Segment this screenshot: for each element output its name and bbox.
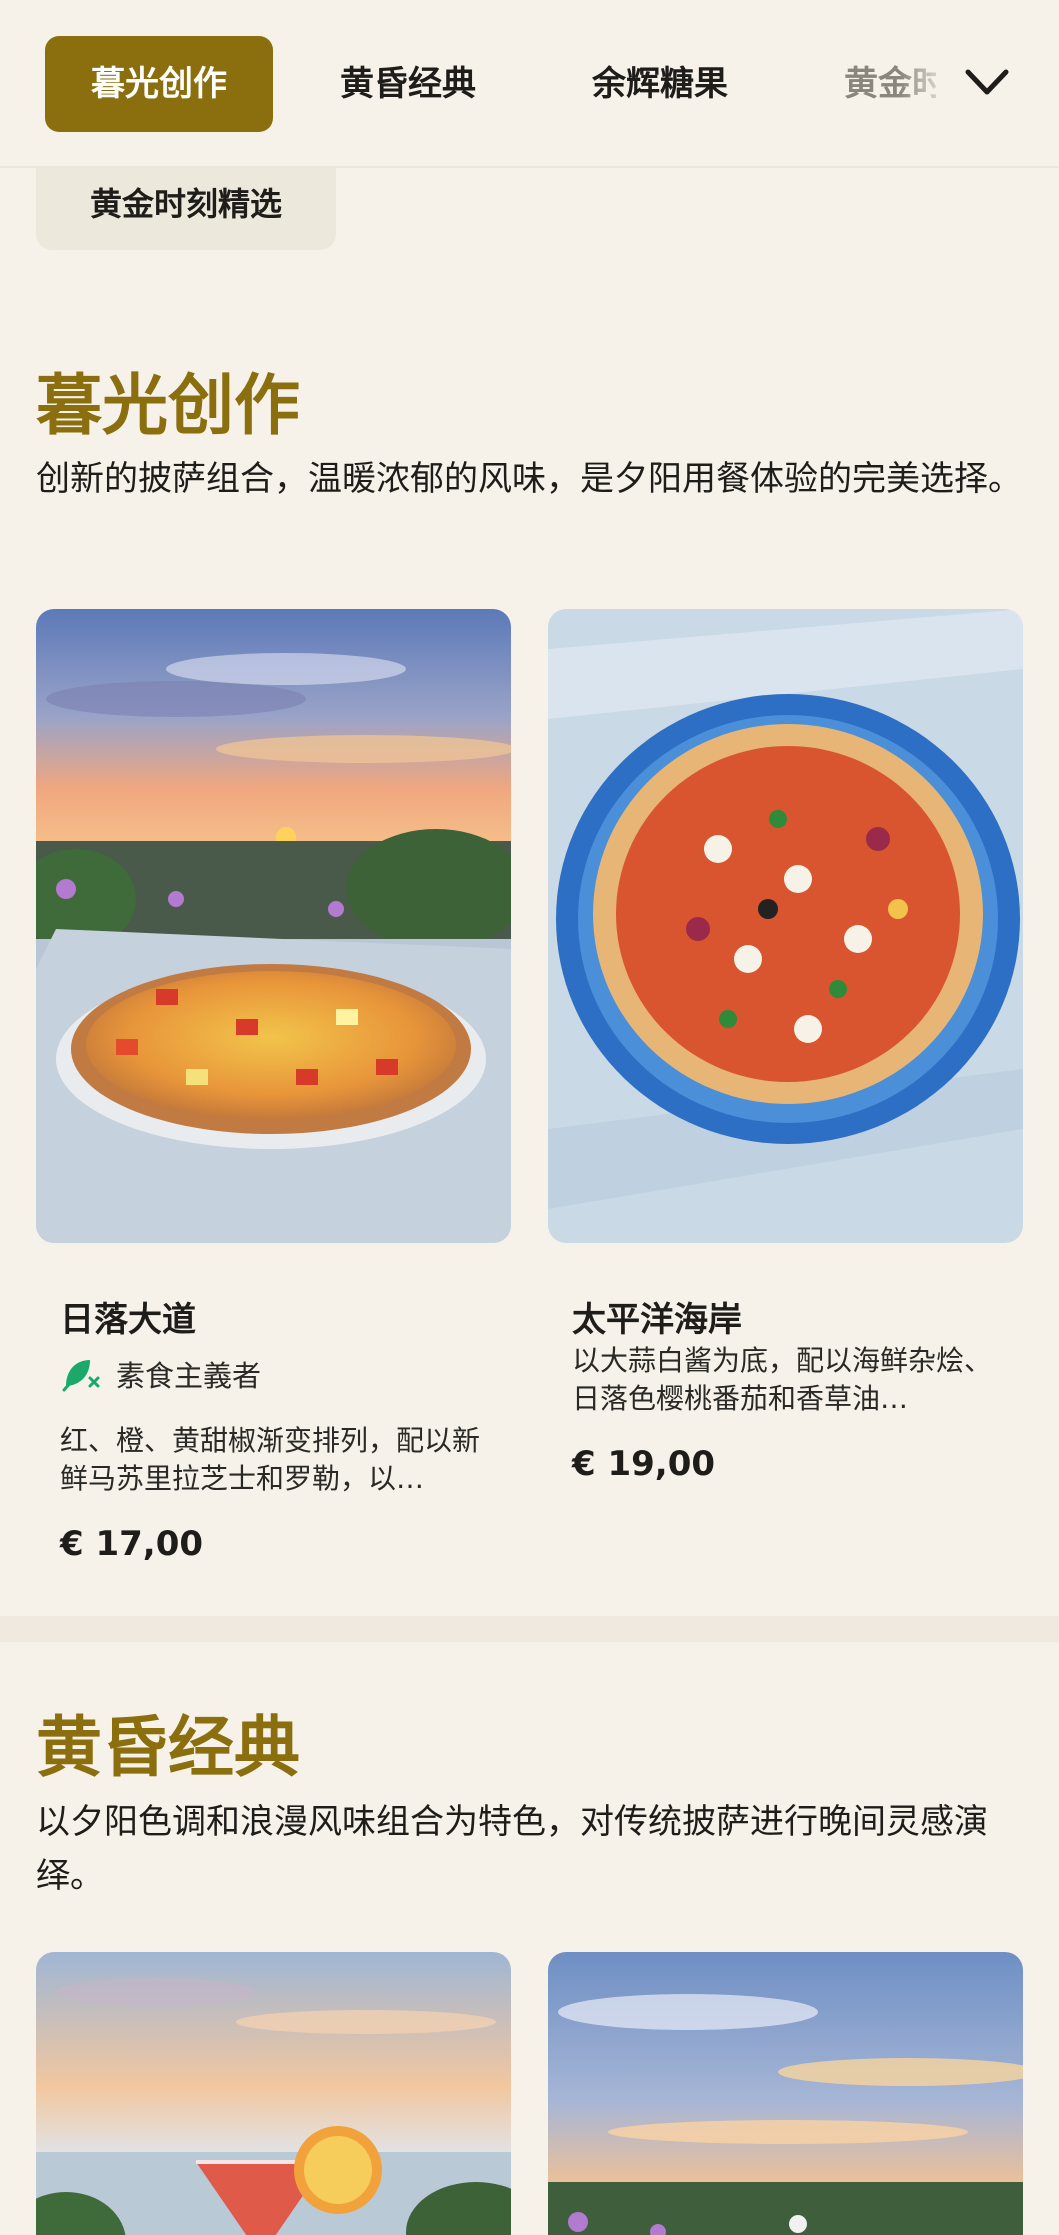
section-title: 黄昏经典 [36, 1709, 300, 1786]
section-divider [0, 1616, 1059, 1642]
seafood-pizza-photo [548, 609, 1023, 1243]
menu-item-name[interactable]: 日落大道 [60, 1292, 196, 1341]
menu-item-description: 红、橙、黄甜椒渐变排列，配以新鲜马苏里拉芝士和罗勒，以… [60, 1424, 481, 1495]
tab-dusk-classics[interactable]: 黄昏经典 [340, 36, 476, 132]
diet-tag: 素食主義者 [60, 1354, 261, 1394]
sunset-pizza-photo [36, 609, 511, 1243]
tab-overflow-fade [900, 36, 970, 132]
menu-item-price: € 17,00 [60, 1524, 204, 1564]
menu-item-description: 以大蒜白酱为底，配以海鲜杂烩、日落色樱桃番茄和香草油… [572, 1344, 993, 1415]
tab-twilight-creations[interactable]: 暮光创作 [45, 36, 273, 132]
tab-afterglow-sweets[interactable]: 余辉糖果 [592, 36, 728, 132]
sunset-view-photo [548, 1952, 1023, 2235]
menu-item-image[interactable] [36, 1952, 511, 2235]
menu-item-name[interactable]: 太平洋海岸 [572, 1292, 742, 1341]
diet-label: 素食主義者 [116, 1359, 262, 1393]
section-description: 创新的披萨组合，温暖浓郁的风味，是夕阳用餐体验的完美选择。 [36, 459, 1022, 499]
chevron-down-icon[interactable] [962, 62, 1012, 102]
menu-item-image[interactable] [548, 609, 1023, 1243]
category-tabbar: 暮光创作 黄昏经典 余辉糖果 黄金时 [0, 0, 1059, 168]
section-title: 暮光创作 [36, 367, 300, 444]
menu-page: 暮光创作 黄昏经典 余辉糖果 黄金时 黄金时刻精选 暮光创作 创新的披萨组合，温… [0, 0, 1059, 2235]
section-description: 以夕阳色调和浪漫风味组合为特色，对传统披萨进行晚间灵感演绎。 [36, 1802, 988, 1896]
menu-item-price: € 19,00 [572, 1444, 716, 1484]
menu-item-image[interactable] [36, 609, 511, 1243]
menu-item-image[interactable] [548, 1952, 1023, 2235]
cocktail-sunset-photo [36, 1952, 511, 2235]
vegetarian-leaf-icon [62, 1360, 100, 1392]
category-chip-golden-hour[interactable]: 黄金时刻精选 [36, 168, 336, 250]
